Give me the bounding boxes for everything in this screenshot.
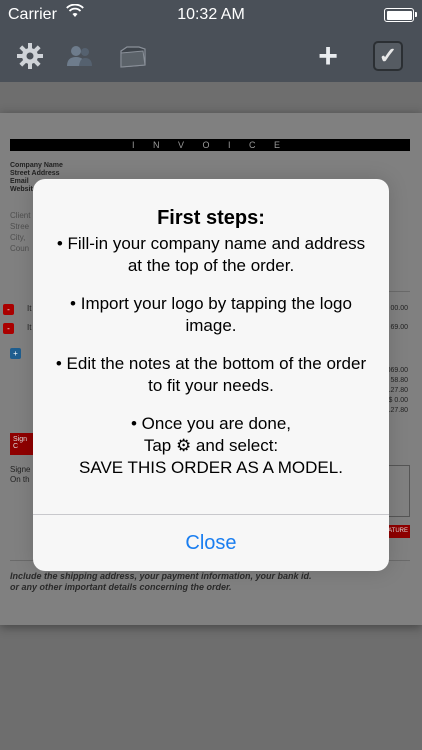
item-amount: 00.00 bbox=[390, 305, 408, 312]
notes-line: Include the shipping address, your payme… bbox=[10, 571, 312, 581]
delete-item-button[interactable]: - bbox=[3, 304, 14, 315]
alert-final-line: Tap ⚙ and select: bbox=[143, 436, 279, 455]
user-icon[interactable] bbox=[62, 38, 98, 74]
paid-amount: $ 0.00 bbox=[388, 397, 408, 404]
gear-icon[interactable] bbox=[12, 38, 48, 74]
item-label: It bbox=[27, 323, 32, 332]
signed-date-line: On th bbox=[10, 475, 30, 484]
check-mark-icon: ✓ bbox=[373, 41, 403, 71]
battery-level bbox=[386, 10, 412, 20]
checkbox-icon[interactable]: ✓ bbox=[370, 38, 406, 74]
item-amount: 69.00 bbox=[390, 324, 408, 331]
signed-line: Signe bbox=[10, 465, 31, 474]
clock: 10:32 AM bbox=[177, 6, 245, 23]
plus-icon[interactable]: + bbox=[310, 37, 346, 75]
balance-amount: 127.80 bbox=[386, 407, 408, 414]
alert-title: First steps: bbox=[157, 207, 265, 229]
alert-final-line: SAVE THIS ORDER AS A MODEL. bbox=[79, 458, 343, 477]
company-name: Company Name bbox=[10, 162, 63, 169]
alert-message: • Fill-in your company name and address … bbox=[51, 233, 371, 479]
client-country: Coun bbox=[10, 244, 30, 253]
signed-text: Signe On th bbox=[10, 465, 30, 485]
folder-icon[interactable] bbox=[114, 38, 150, 74]
invoice-title: I N V O I C E bbox=[10, 139, 410, 151]
alert-step: • Import your logo by tapping the logo i… bbox=[70, 294, 352, 335]
client-block: Client Stree City, Coun bbox=[10, 210, 30, 254]
alert-final-line: • Once you are done, bbox=[131, 414, 291, 433]
notes-line: or any other important details concernin… bbox=[10, 582, 232, 592]
notes[interactable]: Include the shipping address, your payme… bbox=[10, 571, 312, 593]
company-street: Street Address bbox=[10, 170, 60, 177]
delete-item-button[interactable]: - bbox=[3, 323, 14, 334]
alert-step: • Fill-in your company name and address … bbox=[56, 234, 366, 275]
battery-icon bbox=[384, 8, 417, 22]
status-bar: Carrier 10:32 AM bbox=[0, 0, 422, 30]
alert-step: • Edit the notes at the bottom of the or… bbox=[55, 354, 367, 395]
first-steps-alert: First steps: • Fill-in your company name… bbox=[33, 179, 389, 571]
toolbar: + ✓ bbox=[0, 30, 422, 82]
add-item-button[interactable]: + bbox=[10, 348, 21, 359]
client-name: Client bbox=[10, 211, 31, 220]
client-street: Stree bbox=[10, 222, 30, 231]
client-city: City, bbox=[10, 233, 26, 242]
close-button[interactable]: Close bbox=[33, 515, 389, 571]
item-label: It bbox=[27, 304, 32, 313]
alert-final-step: • Once you are done, Tap ⚙ and select: S… bbox=[51, 413, 371, 479]
